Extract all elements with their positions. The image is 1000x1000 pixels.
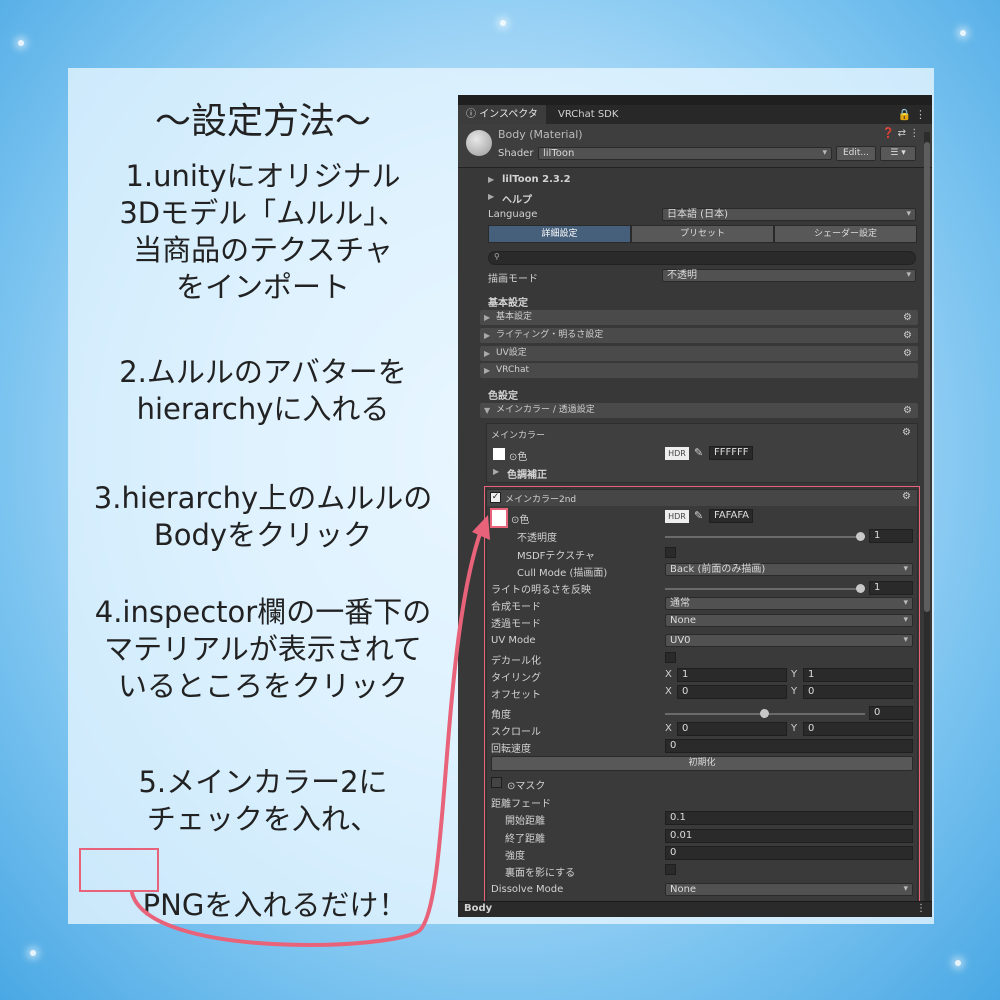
section-lighting[interactable]: ▶ ライティング・明るさ設定 ⚙ bbox=[480, 328, 918, 343]
main-color-box: メインカラー ⚙ ⊙色 HDR ✎ FFFFFF ▶ 色調補正 bbox=[486, 423, 918, 483]
material-name: Body (Material) bbox=[498, 128, 583, 141]
more-icon[interactable]: ⋮ bbox=[916, 903, 926, 914]
color-settings-title: 色設定 bbox=[488, 391, 518, 402]
render-mode-label: 描画モード bbox=[488, 274, 538, 285]
sparkle-decoration bbox=[30, 950, 36, 956]
lock-icon[interactable]: 🔒 ⋮ bbox=[898, 105, 926, 124]
gear-icon[interactable]: ⚙ bbox=[903, 346, 912, 361]
search-icon: ⚲ bbox=[494, 252, 500, 261]
step-5: 5.メインカラー2に チェックを入れ、 bbox=[138, 765, 388, 836]
foldout-arrow-icon: ▶ bbox=[488, 175, 495, 184]
main-color-hex-field[interactable]: FFFFFF bbox=[709, 446, 753, 460]
png-highlight-text: PNG bbox=[142, 888, 205, 922]
material-header: Body (Material) Shader lilToon Edit... ☰… bbox=[458, 124, 932, 168]
section-basic-settings[interactable]: ▶ 基本設定 ⚙ bbox=[480, 310, 918, 325]
shader-menu-button[interactable]: ☰ ▾ bbox=[880, 146, 916, 161]
inspector-scrollbar[interactable] bbox=[924, 132, 930, 912]
section-main-color[interactable]: ▼ メインカラー / 透過設定 ⚙ bbox=[480, 403, 918, 418]
tab-inspector[interactable]: ⓘ インスペクター bbox=[458, 105, 546, 139]
highlight-frame-main-color-2nd bbox=[484, 486, 920, 906]
instructions-panel: 〜設定方法〜 1.unityにオリジナル 3Dモデル「ムルル」、 当商品のテクス… bbox=[68, 68, 458, 924]
search-input[interactable]: ⚲ bbox=[488, 251, 916, 265]
help-foldout[interactable]: ヘルプ bbox=[502, 191, 532, 206]
sparkle-decoration bbox=[960, 30, 966, 36]
gear-icon[interactable]: ⚙ bbox=[902, 427, 911, 438]
step-4: 4.inspector欄の一番下の マテリアルが表示されて いるところをクリック bbox=[94, 595, 432, 703]
step-2: 2.ムルルのアバターを hierarchyに入れる bbox=[119, 355, 407, 426]
foldout-arrow-icon: ▶ bbox=[484, 331, 491, 340]
hdr-tag[interactable]: HDR bbox=[665, 447, 689, 460]
main-texture-slot[interactable] bbox=[493, 448, 505, 460]
gear-icon[interactable]: ⚙ bbox=[903, 403, 912, 418]
eyedropper-icon[interactable]: ✎ bbox=[694, 446, 703, 459]
png-highlight-box bbox=[79, 848, 159, 892]
main-color-label: ⊙色 bbox=[509, 452, 528, 463]
foldout-arrow-icon: ▶ bbox=[484, 366, 491, 375]
foldout-arrow-icon: ▶ bbox=[484, 313, 491, 322]
section-uv[interactable]: ▶ UV設定 ⚙ bbox=[480, 346, 918, 361]
help-icon[interactable]: ❓ ⇄ ⋮ bbox=[882, 128, 919, 139]
foldout-arrow-icon: ▶ bbox=[488, 192, 495, 201]
liltoon-version[interactable]: lilToon 2.3.2 bbox=[502, 174, 571, 185]
foldout-arrow-icon: ▶ bbox=[493, 467, 500, 476]
info-icon: ⓘ bbox=[466, 109, 480, 120]
instructions-heading: 〜設定方法〜 bbox=[154, 101, 371, 142]
shader-dropdown[interactable]: lilToon bbox=[538, 147, 832, 160]
tab-preset[interactable]: プリセット bbox=[631, 225, 774, 243]
tab-advanced-settings[interactable]: 詳細設定 bbox=[488, 225, 631, 243]
preview-footer: Body ⋮ bbox=[458, 901, 932, 917]
footer-label: Body bbox=[464, 903, 493, 914]
gear-icon[interactable]: ⚙ bbox=[903, 310, 912, 325]
shader-edit-button[interactable]: Edit... bbox=[836, 146, 876, 161]
png-rest-text: を入れるだけ！ bbox=[204, 888, 408, 922]
section-vrchat[interactable]: ▶ VRChat bbox=[480, 363, 918, 378]
step-3: 3.hierarchy上のムルルの Bodyをクリック bbox=[93, 481, 433, 552]
basic-settings-title: 基本設定 bbox=[488, 298, 528, 309]
sparkle-decoration bbox=[18, 40, 24, 46]
gear-icon[interactable]: ⚙ bbox=[903, 328, 912, 343]
inspector-tab-bar: ⓘ インスペクター VRChat SDK 🔒 ⋮ bbox=[458, 105, 932, 139]
foldout-arrow-icon: ▶ bbox=[484, 349, 491, 358]
language-label: Language bbox=[488, 209, 538, 220]
color-correction-foldout[interactable]: 色調補正 bbox=[507, 466, 547, 481]
material-preview-icon bbox=[466, 130, 492, 156]
render-mode-dropdown[interactable]: 不透明 bbox=[662, 269, 916, 282]
step-1: 1.unityにオリジナル 3Dモデル「ムルル」、 当商品のテクスチャ をインポ… bbox=[119, 159, 407, 304]
unity-inspector: ⓘ インスペクター VRChat SDK 🔒 ⋮ Body (Material)… bbox=[458, 95, 932, 917]
main-color-title: メインカラー bbox=[491, 431, 546, 441]
language-dropdown[interactable]: 日本語 (日本) bbox=[662, 208, 916, 221]
window-top-strip bbox=[458, 95, 932, 105]
shader-label: Shader bbox=[498, 148, 534, 159]
tab-vrchat-sdk[interactable]: VRChat SDK bbox=[550, 105, 626, 124]
highlight-texture-slot[interactable] bbox=[490, 508, 508, 528]
scrollbar-thumb[interactable] bbox=[924, 142, 930, 612]
sparkle-decoration bbox=[500, 20, 506, 26]
foldout-arrow-icon: ▼ bbox=[484, 406, 491, 415]
sparkle-decoration bbox=[955, 960, 961, 966]
tab-shader-settings[interactable]: シェーダー設定 bbox=[774, 225, 917, 243]
